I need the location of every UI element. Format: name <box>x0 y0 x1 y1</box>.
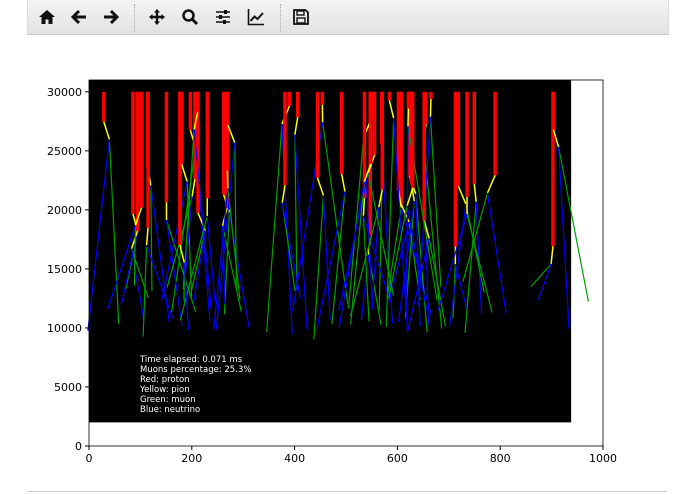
status-bar <box>27 491 667 492</box>
legend-neutrino: Blue: neutrino <box>140 405 200 415</box>
figure-canvas[interactable]: 0 200 400 600 800 100005000100001500020000250… <box>0 0 695 494</box>
muons-percentage-text: Muons percentage: 25.3% <box>140 365 251 375</box>
legend-proton: Red: proton <box>140 375 190 385</box>
y-tick-label: 5000 <box>54 381 82 394</box>
pion-track <box>429 99 432 117</box>
legend-pion: Yellow: pion <box>139 385 190 395</box>
legend-muon: Green: muon <box>140 395 196 405</box>
y-tick-label: 20000 <box>47 204 82 217</box>
y-tick-label: 10000 <box>47 322 82 335</box>
x-tick-label: 0 <box>86 452 93 465</box>
y-tick-label: 0 <box>75 440 82 453</box>
y-tick-label: 30000 <box>47 86 82 99</box>
y-tick-label: 15000 <box>47 263 82 276</box>
x-tick-label: 200 <box>181 452 202 465</box>
x-tick-label: 400 <box>284 452 305 465</box>
x-tick-label: 1000 <box>589 452 617 465</box>
y-tick-label: 25000 <box>47 145 82 158</box>
time-elapsed-text: Time elapsed: 0.071 ms <box>139 355 243 365</box>
x-tick-label: 800 <box>490 452 511 465</box>
x-tick-label: 600 <box>387 452 408 465</box>
pion-track <box>362 198 366 216</box>
